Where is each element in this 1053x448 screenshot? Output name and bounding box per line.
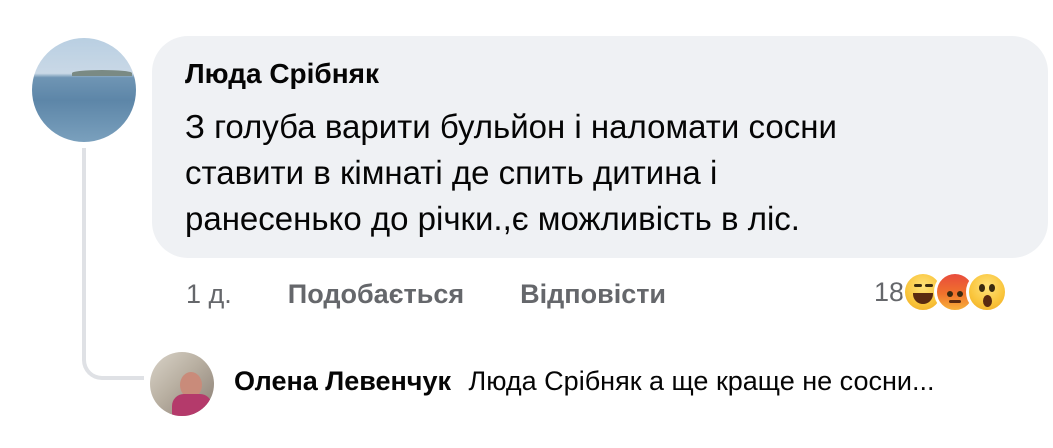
avatar[interactable] bbox=[32, 38, 136, 142]
comment-text: З голуба варити бульйон і наломати сосни… bbox=[185, 108, 837, 237]
wow-reaction-icon bbox=[966, 271, 1009, 313]
avatar-island-shape bbox=[72, 70, 132, 76]
reply-author[interactable]: Олена Левенчук bbox=[234, 366, 451, 396]
comment-timestamp[interactable]: 1 д. bbox=[186, 279, 232, 310]
reply-preview-text: Люда Срібняк а ще краще не сосни... bbox=[468, 366, 935, 396]
comment-author[interactable]: Люда Срібняк bbox=[185, 58, 379, 90]
reaction-count: 18 bbox=[874, 276, 905, 307]
reply-button[interactable]: Відповісти bbox=[520, 279, 666, 310]
reply-avatar[interactable] bbox=[150, 352, 214, 416]
avatar-image bbox=[32, 38, 136, 142]
reply-preview[interactable]: Олена Левенчук Люда Срібняк а ще краще н… bbox=[234, 366, 934, 397]
comment-actions: 1 д. Подобається Відповісти bbox=[186, 274, 666, 314]
thread-connector-line bbox=[82, 148, 144, 380]
like-button[interactable]: Подобається bbox=[288, 279, 464, 310]
comment-thread: Люда Срібняк З голуба варити бульйон і н… bbox=[0, 0, 1053, 448]
comment-bubble: Люда Срібняк З голуба варити бульйон і н… bbox=[152, 36, 1048, 258]
reactions-summary[interactable]: 18 bbox=[874, 268, 1009, 316]
reply-avatar-body bbox=[172, 394, 212, 416]
